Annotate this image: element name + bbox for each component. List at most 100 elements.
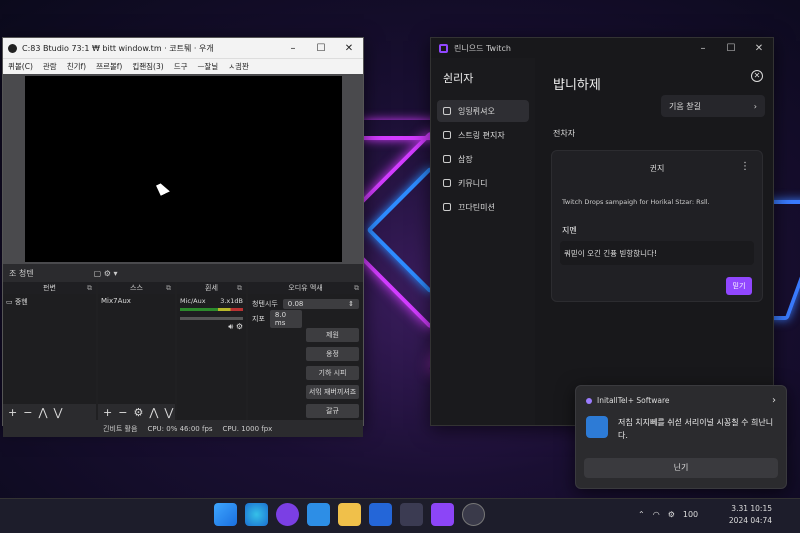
menu-item[interactable]: 친기f) (67, 61, 86, 72)
clock[interactable]: 3.31 10:15 2024 04:74 (729, 503, 772, 527)
preview-canvas[interactable] (25, 76, 342, 262)
cpu-status: CPU: 0% 46:00 fps (147, 424, 213, 433)
up-icon[interactable]: ⋀ (149, 406, 158, 419)
close-icon[interactable]: ✕ (335, 43, 363, 54)
clock-time: 3.31 10:15 (731, 504, 772, 513)
scenes-dock: 펀변 ⧉ ▭ 중헨 + − ⋀ ⋁ (3, 282, 96, 420)
notification-app-icon (586, 416, 608, 438)
remove-icon[interactable]: − (23, 406, 32, 419)
studio-mode-button[interactable]: 기하 시피 (306, 366, 359, 380)
dock-menu-icon[interactable]: ⧉ (354, 284, 359, 293)
menu-item[interactable]: 드구 (174, 61, 188, 72)
system-tray: ⌃ ◠ ⚙ 100 (638, 510, 698, 519)
notes-app-icon[interactable] (369, 503, 392, 526)
up-icon[interactable]: ⋀ (38, 406, 47, 419)
maximize-icon[interactable]: ☐ (307, 43, 335, 54)
settings-button[interactable]: 서읶 재버끼셔죠 (306, 385, 359, 399)
sidebar-item-store[interactable]: 삼장 (437, 148, 529, 170)
down-icon[interactable]: ⋁ (53, 406, 62, 419)
menu-item[interactable]: 쯔르볼f) (96, 61, 122, 72)
sources-dock-title: 스스 (130, 284, 143, 292)
sources-dock: 스스 ⧉ Mix7Aux + − ⚙ ⋀ ⋁ (98, 282, 175, 420)
sidebar-item-stream-editor[interactable]: 스트링 편지자 (437, 124, 529, 146)
exit-button[interactable]: 갈규 (306, 404, 359, 418)
twitch-title-bar[interactable]: 린니으드 Twitch – ☐ ✕ (431, 38, 773, 58)
source-list-item[interactable]: Mix7Aux (101, 297, 172, 305)
menu-item[interactable]: ㅡ잘닐 (198, 61, 219, 72)
scenes-dock-title: 펀변 (43, 284, 56, 292)
notification-text: 저칩 치지뻬를 쉬섣 서리이널 시꽁칠 수 희난니다. (618, 418, 774, 440)
gear-icon[interactable]: ▢ ⚙ ▾ (94, 269, 118, 278)
spinner-icon: ⇕ (348, 299, 354, 308)
edge-browser-icon[interactable] (245, 503, 268, 526)
chevron-right-icon[interactable]: › (772, 395, 776, 406)
send-button[interactable]: 믿기 (726, 277, 752, 295)
settings-icon[interactable]: ⚙ (668, 510, 675, 519)
more-options-icon[interactable]: ⋮ (740, 161, 750, 172)
duration-input[interactable]: 8.0 ms (269, 309, 302, 328)
scene-item-label: 중헨 (14, 298, 28, 306)
dock-menu-icon[interactable]: ⧉ (237, 284, 242, 293)
close-circle-icon[interactable]: ✕ (751, 70, 763, 82)
twitch-window-title: 린니으드 Twitch (454, 43, 511, 53)
sidebar-item-account[interactable]: 잉됭뤼셔오 (437, 100, 529, 122)
menu-item[interactable]: 킵좬짐(3) (132, 61, 163, 72)
windows-start-icon[interactable] (214, 503, 237, 526)
chevron-up-icon[interactable]: ⌃ (638, 510, 645, 519)
message-field[interactable]: 쿼믿이 오긴 긴퓽 빋항핝니다! (560, 241, 754, 265)
sidebar-item-extensions[interactable]: 끄다틴미션 (437, 196, 529, 218)
scene-list-item[interactable]: ▭ 중헨 (6, 297, 93, 307)
volume-slider[interactable] (180, 317, 243, 320)
sidebar-item-label: 키뮤니디 (458, 178, 488, 188)
obs-menu-bar: 퀴볼(C) 관람 친기f) 쯔르볼f) 킵좬짐(3) 드구 ㅡ잘닐 ㅅ긤꽌 (3, 58, 363, 74)
gear-icon[interactable]: ⚙ (133, 406, 143, 419)
xbox-icon[interactable] (462, 503, 485, 526)
file-explorer-icon[interactable] (338, 503, 361, 526)
live-status: 긴비트 활음 (103, 424, 138, 433)
app-icon[interactable] (276, 503, 299, 526)
user-icon (443, 107, 451, 115)
wifi-icon[interactable]: ◠ (653, 510, 660, 519)
start-streaming-button[interactable]: 제원 (306, 328, 359, 342)
dismiss-button[interactable]: 닌기 (584, 458, 778, 478)
store-icon[interactable] (307, 503, 330, 526)
remove-icon[interactable]: − (118, 406, 127, 419)
toast-notification[interactable]: InitallTel+ Software › 저칩 치지뻬를 쉬섣 서리이널 시꽁… (575, 385, 787, 489)
sidebar-item-label: 삼장 (458, 154, 473, 164)
mixer-dock: 휜세 ⧉ Mic/Aux 3.x1dB 🔊︎ ⚙ (177, 282, 246, 420)
start-recording-button[interactable]: 옹정 (306, 347, 359, 361)
transition-select[interactable]: 0.08 ⇕ (282, 298, 359, 309)
menu-item[interactable]: ㅅ긤꽌 (228, 61, 249, 72)
twitch-taskbar-icon[interactable] (431, 503, 454, 526)
obs-title-bar[interactable]: C:83 Btudio 73:1 ₩ bitt window.tm · 코트퉤 … (3, 38, 363, 58)
app-dot-icon (586, 397, 592, 404)
admin-link-button[interactable]: 기옴 찯길 › (661, 95, 765, 117)
maximize-icon[interactable]: ☐ (717, 43, 745, 54)
sidebar-item-community[interactable]: 키뮤니디 (437, 172, 529, 194)
twitch-main-panel: 뱝니하제 ✕ 기옴 찯길 › 전차자 귄지 ⋮ Twitch Drops samp… (541, 58, 773, 425)
add-icon[interactable]: + (103, 406, 112, 419)
minimize-icon[interactable]: – (279, 43, 307, 54)
speaker-icon[interactable]: 🔊︎ ⚙ (180, 322, 243, 332)
menu-item[interactable]: 관람 (43, 61, 57, 72)
add-icon[interactable]: + (8, 406, 17, 419)
taskbar: ⌃ ◠ ⚙ 100 3.31 10:15 2024 04:74 (0, 498, 800, 533)
community-icon (443, 179, 451, 187)
transition-value: 0.08 (287, 299, 304, 308)
obs-window[interactable]: C:83 Btudio 73:1 ₩ bitt window.tm · 코트퉤 … (2, 37, 364, 437)
close-icon[interactable]: ✕ (745, 43, 773, 54)
minimize-icon[interactable]: – (689, 43, 717, 54)
down-icon[interactable]: ⋁ (164, 406, 173, 419)
dock-menu-icon[interactable]: ⧉ (87, 284, 92, 293)
store-icon (443, 155, 451, 163)
chevron-right-icon: › (753, 101, 757, 111)
notification-app-name: InitallTel+ Software (597, 396, 670, 405)
sidebar-title: 쉰리자 (443, 72, 474, 85)
twitch-window[interactable]: 린니으드 Twitch – ☐ ✕ 쉰리자 잉됭뤼셔오 스트링 편지자 삼장 키… (430, 37, 774, 426)
clock-date: 2024 04:74 (728, 516, 772, 525)
dock-menu-icon[interactable]: ⧉ (166, 284, 171, 293)
notice-card: 귄지 ⋮ Twitch Drops sampaigh for Horikal S… (551, 150, 763, 302)
obs-taskbar-icon[interactable] (400, 503, 423, 526)
menu-item[interactable]: 퀴볼(C) (8, 61, 33, 72)
admin-link-label: 기옴 찯길 (669, 101, 701, 111)
